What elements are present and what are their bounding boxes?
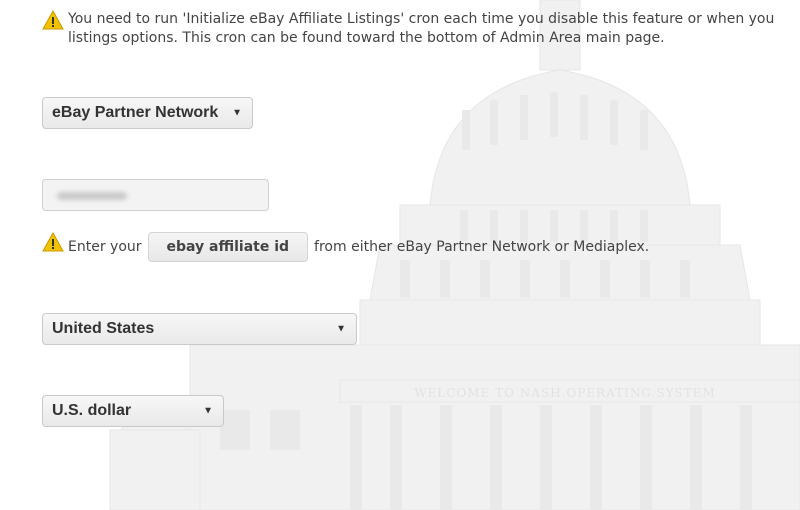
affiliate-network-value: eBay Partner Network bbox=[52, 104, 219, 121]
hint-prefix: Enter your bbox=[68, 239, 142, 255]
background-inscription: WELCOME TO NASH.OPERATING.SYSTEM bbox=[414, 386, 716, 400]
ebay-affiliate-id-button[interactable]: ebay affiliate id bbox=[147, 232, 309, 262]
dropdown-arrow-icon: ▼ bbox=[203, 405, 213, 417]
currency-select[interactable]: U.S. dollar ▼ bbox=[42, 395, 224, 427]
country-select[interactable]: United States ▼ bbox=[42, 313, 357, 345]
affiliate-id-input[interactable] bbox=[42, 179, 269, 211]
country-value: United States bbox=[52, 320, 155, 337]
warning-icon bbox=[42, 232, 64, 252]
currency-value: U.S. dollar bbox=[52, 402, 132, 419]
affiliate-id-hint: Enter your ebay affiliate id from either… bbox=[68, 232, 649, 262]
dropdown-arrow-icon: ▼ bbox=[336, 323, 346, 335]
dropdown-arrow-icon: ▼ bbox=[232, 107, 242, 119]
obscured-affiliate-id bbox=[57, 192, 127, 200]
cron-notice-text: You need to run 'Initialize eBay Affilia… bbox=[68, 11, 775, 46]
warning-icon bbox=[42, 10, 64, 30]
hint-suffix: from either eBay Partner Network or Medi… bbox=[314, 239, 650, 255]
affiliate-network-select[interactable]: eBay Partner Network ▼ bbox=[42, 97, 253, 129]
